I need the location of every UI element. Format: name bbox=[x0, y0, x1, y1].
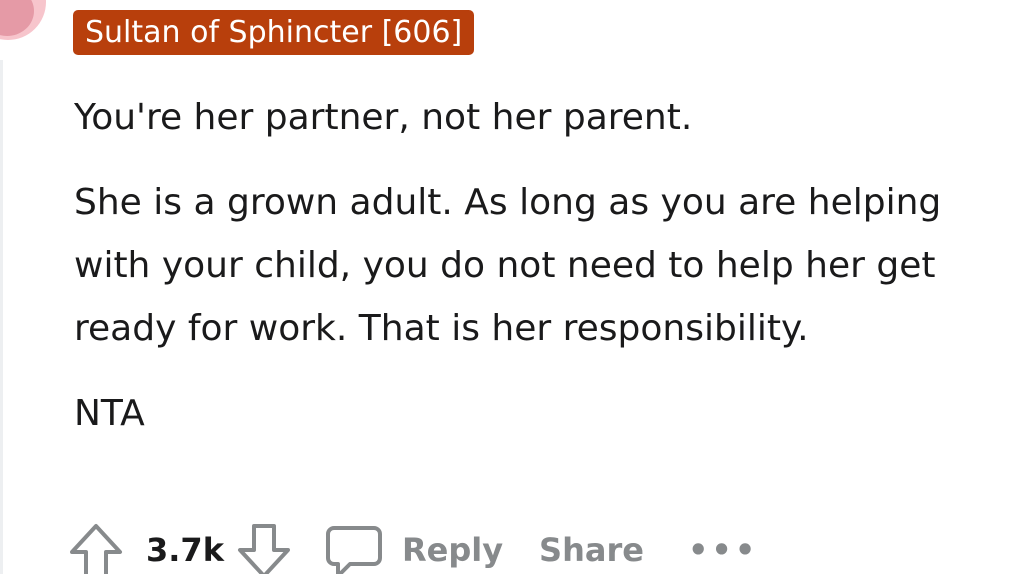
downvote-icon[interactable] bbox=[236, 520, 292, 574]
reply-button[interactable]: Reply bbox=[402, 531, 503, 569]
user-flair: Sultan of Sphincter [606] bbox=[73, 10, 475, 55]
avatar-figure bbox=[0, 0, 34, 36]
share-button[interactable]: Share bbox=[539, 531, 644, 569]
upvote-icon[interactable] bbox=[68, 520, 124, 574]
comment-body: You're her partner, not her parent. She … bbox=[74, 86, 1024, 467]
more-options-button[interactable]: ••• bbox=[688, 531, 758, 569]
vote-score: 3.7k bbox=[146, 531, 224, 569]
comment-container: Sultan of Sphincter [606] You're her par… bbox=[0, 0, 1031, 574]
comment-bubble-icon[interactable] bbox=[325, 520, 382, 574]
comment-paragraph: NTA bbox=[74, 393, 145, 434]
comment-paragraph: She is a grown adult. As long as you are… bbox=[74, 182, 942, 349]
avatar[interactable] bbox=[0, 0, 46, 40]
comment-action-bar: 3.7k Reply Share ••• bbox=[68, 520, 758, 574]
comment-paragraph: You're her partner, not her parent. bbox=[74, 97, 693, 138]
thread-line[interactable] bbox=[0, 60, 3, 574]
